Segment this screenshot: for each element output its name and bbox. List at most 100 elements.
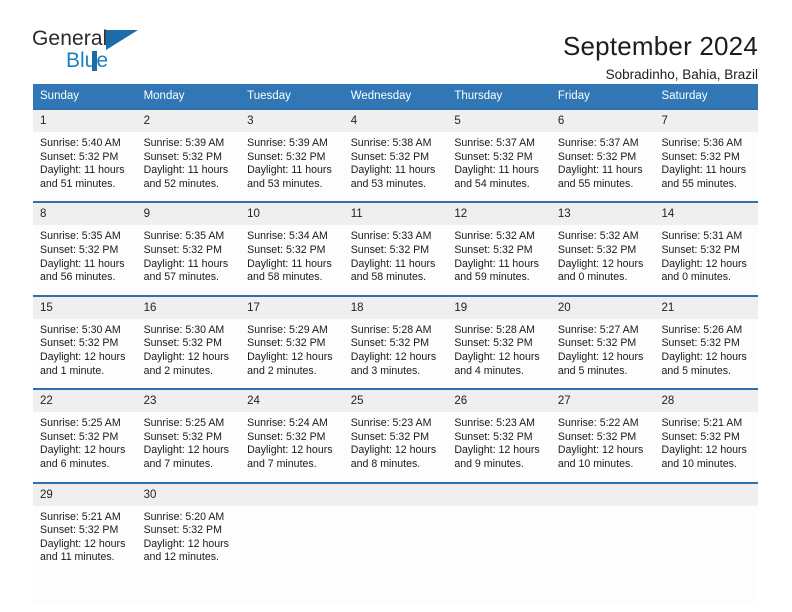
daylight-text-line2: and 51 minutes. (40, 177, 116, 190)
sunrise-text: Sunrise: 5:21 AM (40, 510, 121, 523)
sunrise-text: Sunrise: 5:32 AM (557, 230, 639, 243)
daylight-text-line1: Daylight: 12 hours (557, 257, 644, 270)
day-number: 3 (240, 110, 344, 132)
sunset-text: Sunset: 5:32 PM (557, 150, 637, 163)
daylight-text-line2: and 52 minutes. (143, 177, 219, 190)
day-details: Sunrise: 5:26 AM Sunset: 5:32 PM Dayligh… (654, 319, 758, 378)
day-cell[interactable]: 11 Sunrise: 5:33 AM Sunset: 5:32 PM Dayl… (343, 201, 448, 295)
weekday-monday: Monday (143, 90, 185, 102)
daylight-text-line2: and 4 minutes. (454, 364, 524, 377)
daylight-text-line1: Daylight: 12 hours (247, 444, 333, 457)
sunset-text: Sunset: 5:32 PM (350, 243, 430, 256)
daylight-text-line2: and 55 minutes. (661, 177, 737, 190)
sunrise-text: Sunrise: 5:35 AM (143, 230, 225, 243)
day-details: Sunrise: 5:39 AM Sunset: 5:32 PM Dayligh… (137, 132, 241, 191)
daylight-text-line2: and 55 minutes. (557, 177, 634, 190)
day-number: 14 (654, 203, 759, 226)
daylight-text-line2: and 58 minutes. (350, 271, 427, 284)
daylight-text-line1: Daylight: 11 hours (143, 164, 229, 177)
day-number: 24 (240, 390, 344, 413)
day-details: Sunrise: 5:34 AM Sunset: 5:32 PM Dayligh… (240, 225, 344, 284)
day-details: Sunrise: 5:39 AM Sunset: 5:32 PM Dayligh… (240, 132, 344, 191)
daylight-text-line1: Daylight: 12 hours (557, 444, 644, 457)
day-number: 10 (240, 203, 344, 226)
day-cell[interactable]: 28 Sunrise: 5:21 AM Sunset: 5:32 PM Dayl… (654, 388, 759, 482)
day-details: Sunrise: 5:21 AM Sunset: 5:32 PM Dayligh… (33, 506, 137, 565)
day-cell[interactable]: 17 Sunrise: 5:29 AM Sunset: 5:32 PM Dayl… (240, 294, 344, 389)
daylight-text-line2: and 57 minutes. (143, 271, 219, 284)
daylight-text-line2: and 6 minutes. (40, 457, 110, 470)
day-cell[interactable]: 12 Sunrise: 5:32 AM Sunset: 5:32 PM Dayl… (447, 201, 551, 295)
day-cell[interactable]: 1 Sunrise: 5:40 AM Sunset: 5:32 PM Dayli… (33, 108, 137, 202)
day-cell[interactable]: 15 Sunrise: 5:30 AM Sunset: 5:32 PM Dayl… (33, 294, 137, 389)
daylight-text-line2: and 7 minutes. (143, 457, 214, 470)
daylight-text-line1: Daylight: 12 hours (40, 350, 126, 363)
day-number (447, 483, 551, 506)
day-cell-empty (550, 481, 655, 603)
day-cell[interactable]: 18 Sunrise: 5:28 AM Sunset: 5:32 PM Dayl… (343, 294, 448, 389)
sunset-text: Sunset: 5:32 PM (40, 243, 119, 256)
day-cell[interactable]: 4 Sunrise: 5:38 AM Sunset: 5:32 PM Dayli… (343, 108, 448, 202)
sunrise-text: Sunrise: 5:25 AM (143, 417, 225, 430)
day-cell[interactable]: 26 Sunrise: 5:23 AM Sunset: 5:32 PM Dayl… (447, 388, 551, 482)
day-number: 17 (240, 296, 344, 319)
day-details: Sunrise: 5:33 AM Sunset: 5:32 PM Dayligh… (344, 225, 448, 284)
sunset-text: Sunset: 5:32 PM (247, 243, 326, 256)
sunset-text: Sunset: 5:32 PM (454, 430, 533, 443)
day-cell[interactable]: 10 Sunrise: 5:34 AM Sunset: 5:32 PM Dayl… (240, 201, 344, 295)
day-cell[interactable]: 3 Sunrise: 5:39 AM Sunset: 5:32 PM Dayli… (240, 108, 344, 202)
daylight-text-line1: Daylight: 11 hours (40, 257, 125, 270)
daylight-text-line2: and 0 minutes. (557, 271, 628, 284)
sunset-text: Sunset: 5:32 PM (454, 337, 533, 350)
day-cell[interactable]: 13 Sunrise: 5:32 AM Sunset: 5:32 PM Dayl… (550, 201, 655, 295)
day-details (344, 506, 448, 511)
day-cell[interactable]: 25 Sunrise: 5:23 AM Sunset: 5:32 PM Dayl… (343, 388, 448, 482)
sunrise-text: Sunrise: 5:20 AM (143, 510, 225, 523)
day-cell[interactable]: 22 Sunrise: 5:25 AM Sunset: 5:32 PM Dayl… (33, 388, 137, 482)
day-cell[interactable]: 7 Sunrise: 5:36 AM Sunset: 5:32 PM Dayli… (654, 108, 759, 202)
sunset-text: Sunset: 5:32 PM (247, 430, 326, 443)
day-number: 18 (343, 296, 448, 319)
day-number (240, 483, 344, 506)
day-cell[interactable]: 20 Sunrise: 5:27 AM Sunset: 5:32 PM Dayl… (550, 294, 655, 389)
daylight-text-line1: Daylight: 11 hours (350, 164, 436, 177)
day-cell[interactable]: 23 Sunrise: 5:25 AM Sunset: 5:32 PM Dayl… (136, 388, 241, 482)
daylight-text-line1: Daylight: 11 hours (247, 257, 332, 270)
day-cell[interactable]: 2 Sunrise: 5:39 AM Sunset: 5:32 PM Dayli… (136, 108, 241, 202)
daylight-text-line1: Daylight: 12 hours (350, 444, 437, 457)
day-cell[interactable]: 19 Sunrise: 5:28 AM Sunset: 5:32 PM Dayl… (447, 294, 551, 389)
day-number: 25 (343, 390, 448, 413)
day-cell[interactable]: 9 Sunrise: 5:35 AM Sunset: 5:32 PM Dayli… (136, 201, 241, 295)
weekday-thursday: Thursday (454, 90, 503, 102)
day-cell[interactable]: 30 Sunrise: 5:20 AM Sunset: 5:32 PM Dayl… (136, 481, 241, 603)
day-cell[interactable]: 21 Sunrise: 5:26 AM Sunset: 5:32 PM Dayl… (654, 294, 759, 389)
daylight-text-line2: and 58 minutes. (247, 271, 323, 284)
day-cell[interactable]: 16 Sunrise: 5:30 AM Sunset: 5:32 PM Dayl… (136, 294, 241, 389)
daylight-text-line2: and 8 minutes. (350, 457, 421, 470)
day-cell[interactable]: 14 Sunrise: 5:31 AM Sunset: 5:32 PM Dayl… (654, 201, 759, 295)
sunset-text: Sunset: 5:32 PM (40, 430, 119, 443)
daylight-text-line1: Daylight: 11 hours (557, 164, 643, 177)
daylight-text-line2: and 0 minutes. (661, 271, 731, 284)
weekday-wednesday: Wednesday (350, 90, 412, 102)
daylight-text-line1: Daylight: 12 hours (661, 350, 747, 363)
day-number: 29 (33, 483, 137, 506)
daylight-text-line1: Daylight: 11 hours (350, 257, 436, 270)
day-number: 7 (654, 110, 759, 132)
calendar-page: General Blue September 2024 Sobradinho, … (0, 0, 792, 612)
day-cell[interactable]: 6 Sunrise: 5:37 AM Sunset: 5:32 PM Dayli… (550, 108, 655, 202)
day-cell[interactable]: 29 Sunrise: 5:21 AM Sunset: 5:32 PM Dayl… (33, 481, 137, 603)
day-cell[interactable]: 24 Sunrise: 5:24 AM Sunset: 5:32 PM Dayl… (240, 388, 344, 482)
day-cell[interactable]: 5 Sunrise: 5:37 AM Sunset: 5:32 PM Dayli… (447, 108, 551, 202)
day-details: Sunrise: 5:30 AM Sunset: 5:32 PM Dayligh… (137, 319, 241, 378)
sunset-text: Sunset: 5:32 PM (247, 337, 326, 350)
sunset-text: Sunset: 5:32 PM (40, 337, 119, 350)
day-details (240, 506, 344, 511)
day-cell[interactable]: 27 Sunrise: 5:22 AM Sunset: 5:32 PM Dayl… (550, 388, 655, 482)
sunset-text: Sunset: 5:32 PM (557, 243, 637, 256)
day-number: 6 (550, 110, 655, 132)
day-cell-empty (447, 481, 551, 603)
day-cell[interactable]: 8 Sunrise: 5:35 AM Sunset: 5:32 PM Dayli… (33, 201, 137, 295)
day-number (550, 483, 655, 506)
day-details: Sunrise: 5:35 AM Sunset: 5:32 PM Dayligh… (137, 225, 241, 284)
